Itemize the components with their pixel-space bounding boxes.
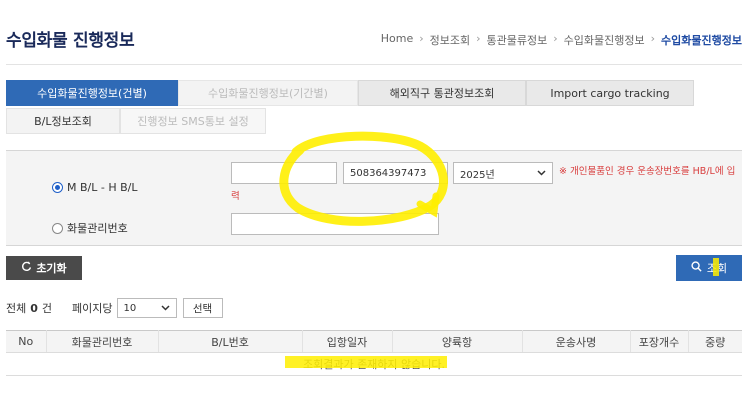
refresh-icon <box>21 261 32 275</box>
results-table: No 화물관리번호 B/L번호 입항일자 양륙항 운송사명 포장개수 중량 조회… <box>6 330 742 376</box>
breadcrumb-customs-logistics[interactable]: 통관물류정보 <box>487 32 548 48</box>
radio-button-unchecked[interactable] <box>52 222 63 234</box>
radio-mbl-hbl-label: M B/L - H B/L <box>67 181 138 194</box>
search-button[interactable]: 조회 <box>676 255 742 281</box>
breadcrumb-separator: › <box>419 32 424 45</box>
per-page-value: 10 <box>123 302 137 314</box>
search-icon <box>691 261 702 275</box>
search-button-label: 조회 <box>706 262 728 275</box>
main-tabs: 수입화물진행정보(건별) 수입화물진행정보(기간별) 해외직구 통관정보조회 I… <box>6 80 694 106</box>
total-count: 0 <box>30 301 38 315</box>
column-header-bl-number: B/L번호 <box>158 330 303 353</box>
breadcrumb-info-lookup[interactable]: 정보조회 <box>430 32 470 48</box>
reset-button[interactable]: 초기화 <box>6 256 82 280</box>
breadcrumb-separator: › <box>476 32 481 45</box>
title-divider <box>6 64 742 65</box>
year-select[interactable]: 2025년 <box>453 162 553 184</box>
year-select-value: 2025년 <box>460 169 495 181</box>
personal-item-notice-continued: 력 <box>231 191 240 202</box>
column-header-cargo-number: 화물관리번호 <box>46 330 159 353</box>
radio-button-checked[interactable] <box>52 182 63 193</box>
column-header-unloading-port: 양륙항 <box>392 330 523 353</box>
hbl-input[interactable]: 508364397473 <box>343 162 448 184</box>
breadcrumb-import-cargo[interactable]: 수입화물진행정보 <box>564 32 645 48</box>
column-header-arrival-date: 입항일자 <box>302 330 393 353</box>
personal-item-notice: ※ 개인물품인 경우 운송장번호를 HB/L에 입 <box>559 166 736 177</box>
breadcrumb: Home › 정보조회 › 통관물류정보 › 수입화물진행정보 › 수입화물진행… <box>381 32 742 48</box>
result-count-bar: 전체 0 건 페이지당 10 선택 <box>6 298 223 318</box>
breadcrumb-current: 수입화물진행정보 <box>661 34 742 47</box>
per-page-label: 페이지당 <box>72 302 113 315</box>
column-header-carrier: 운송사명 <box>522 330 631 353</box>
empty-result-message: 조회결과가 존재하지 않습니다. <box>6 352 742 376</box>
radio-cargo-number[interactable]: 화물관리번호 <box>52 220 128 236</box>
total-prefix: 전체 <box>6 302 27 315</box>
chevron-down-icon <box>537 168 546 179</box>
tab-overseas-direct-purchase[interactable]: 해외직구 통관정보조회 <box>358 80 526 106</box>
chevron-down-icon <box>160 303 170 314</box>
page-title: 수입화물 진행정보 <box>6 31 135 51</box>
column-header-package-count: 포장개수 <box>630 330 689 353</box>
tab-import-cargo-by-period[interactable]: 수입화물진행정보(기간별) <box>178 80 358 106</box>
tab-import-cargo-by-case[interactable]: 수입화물진행정보(건별) <box>6 80 178 106</box>
column-header-no: No <box>6 330 47 353</box>
sub-tabs: B/L정보조회 진행정보 SMS통보 설정 <box>6 108 694 134</box>
cargo-number-input[interactable] <box>231 213 439 235</box>
table-header-row: No 화물관리번호 B/L번호 입항일자 양륙항 운송사명 포장개수 중량 <box>6 330 742 353</box>
radio-mbl-hbl[interactable]: M B/L - H B/L <box>52 181 137 194</box>
tab-import-cargo-tracking[interactable]: Import cargo tracking <box>526 80 694 106</box>
reset-button-label: 초기화 <box>36 262 67 275</box>
breadcrumb-home[interactable]: Home <box>381 32 413 48</box>
breadcrumb-separator: › <box>553 32 558 45</box>
table-row: 조회결과가 존재하지 않습니다. <box>6 352 742 376</box>
tab-sms-notification-settings[interactable]: 진행정보 SMS통보 설정 <box>120 108 266 134</box>
mbl-input[interactable] <box>231 162 337 184</box>
tab-bl-info[interactable]: B/L정보조회 <box>6 108 120 134</box>
total-suffix: 건 <box>41 302 53 315</box>
column-header-weight: 중량 <box>688 330 742 353</box>
per-page-select[interactable]: 10 <box>116 298 177 318</box>
choose-button[interactable]: 선택 <box>182 298 223 318</box>
radio-cargo-number-label: 화물관리번호 <box>67 222 128 235</box>
breadcrumb-separator: › <box>650 32 656 45</box>
search-panel: M B/L - H B/L 화물관리번호 508364397473 2025년 … <box>6 150 742 246</box>
